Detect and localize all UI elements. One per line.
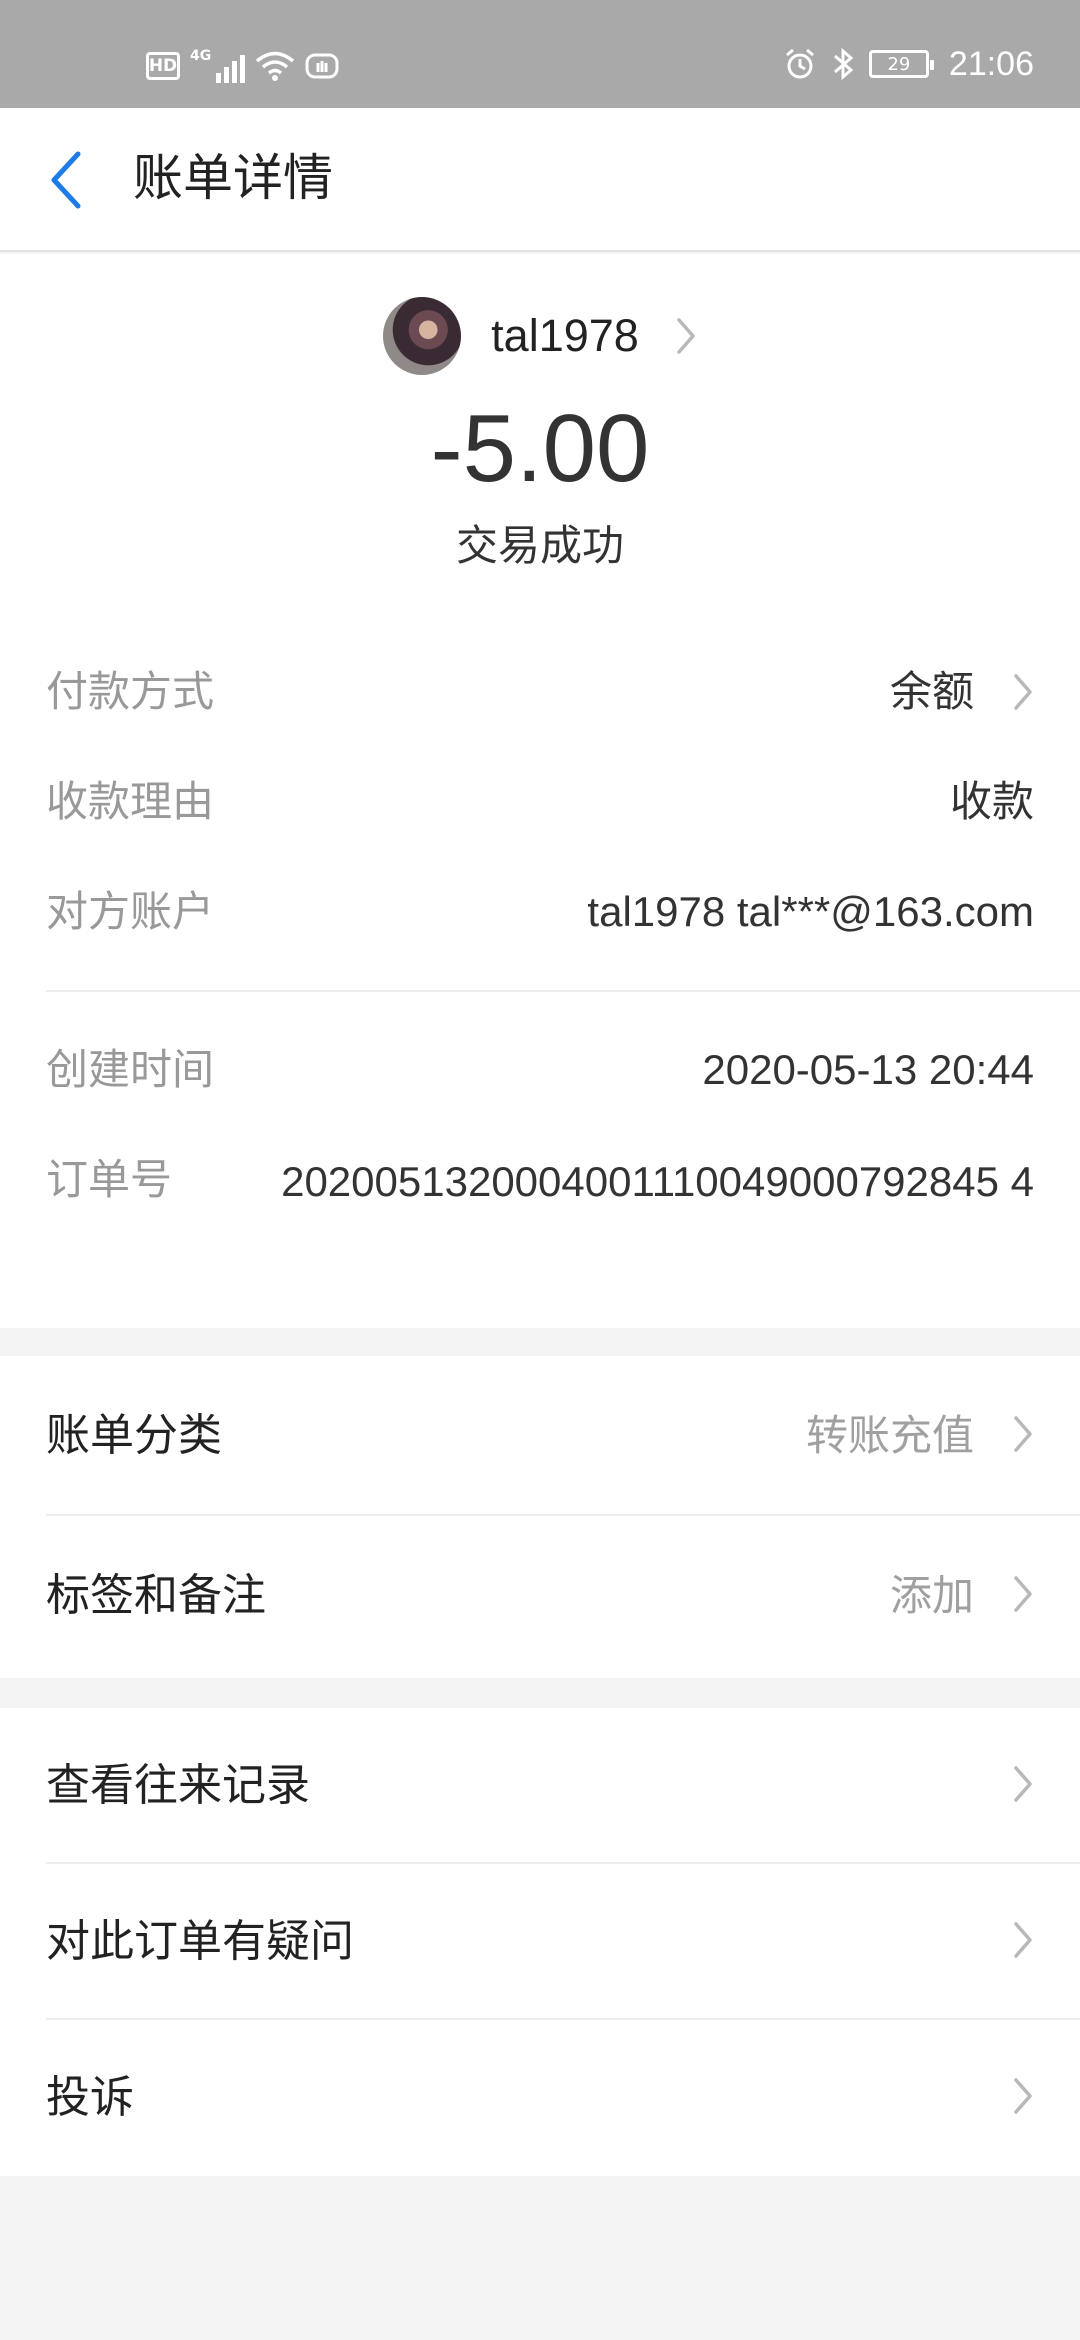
payee-name: tal1978	[491, 310, 639, 361]
reason-value: 收款	[949, 777, 1034, 826]
history-label: 查看往来记录	[46, 1760, 310, 1811]
transaction-status: 交易成功	[455, 521, 624, 570]
question-row[interactable]: 对此订单有疑问	[0, 1864, 1080, 2020]
tags-notes-label: 标签和备注	[46, 1570, 266, 1621]
created-time-label: 创建时间	[46, 1045, 215, 1094]
bill-category-value: 转账充值	[805, 1411, 974, 1460]
chevron-right-icon	[1012, 1920, 1034, 1964]
created-time-row: 创建时间 2020-05-13 20:44	[46, 1040, 1034, 1100]
reason-row: 收款理由 收款	[46, 772, 1034, 832]
tags-notes-value: 添加	[889, 1571, 974, 1620]
wifi-icon	[256, 51, 295, 81]
battery-level: 29	[887, 53, 911, 75]
history-row[interactable]: 查看往来记录	[0, 1708, 1080, 1864]
nav-bar: 账单详情	[0, 108, 1080, 252]
order-number-label: 订单号	[46, 1155, 173, 1204]
avatar	[383, 297, 462, 375]
order-number-row: 订单号 2020051320004001110049000792845 4	[46, 1150, 1034, 1280]
tags-notes-row[interactable]: 标签和备注 添加	[0, 1516, 1080, 1676]
back-button[interactable]	[30, 144, 102, 216]
chevron-right-icon	[1012, 1574, 1034, 1618]
counterparty-label: 对方账户	[46, 887, 215, 936]
bill-detail-page: HD 4G 29 21:06 账单详情 tal1978 -5.00 交易成功 付…	[0, 0, 1080, 2340]
payment-method-label: 付款方式	[46, 667, 215, 716]
status-left-icons: HD 4G	[146, 46, 339, 86]
created-time-value: 2020-05-13 20:44	[702, 1046, 1034, 1093]
transaction-amount: -5.00	[430, 395, 650, 502]
bluetooth-icon	[833, 47, 854, 81]
payment-method-row[interactable]: 付款方式 余额	[46, 662, 1034, 722]
shield-icon	[305, 53, 339, 79]
hd-icon: HD	[146, 52, 180, 80]
bill-summary-section: tal1978 -5.00 交易成功 付款方式 余额 收款理由 收款 对方账户	[0, 254, 1080, 1328]
bill-category-row[interactable]: 账单分类 转账充值	[0, 1356, 1080, 1516]
complain-label: 投诉	[46, 2072, 134, 2123]
signal-icon: 4G	[190, 48, 246, 83]
battery-icon: 29	[868, 50, 934, 78]
status-time: 21:06	[948, 44, 1034, 83]
chevron-right-icon	[1012, 1764, 1034, 1808]
chevron-right-icon	[1012, 672, 1034, 716]
actions-section: 查看往来记录 对此订单有疑问 投诉	[0, 1708, 1080, 2176]
page-title: 账单详情	[133, 149, 333, 207]
chevron-left-icon	[51, 151, 81, 209]
bill-category-label: 账单分类	[46, 1410, 222, 1461]
payee-row[interactable]: tal1978	[0, 294, 1080, 378]
question-label: 对此订单有疑问	[46, 1916, 354, 1967]
chevron-right-icon	[675, 316, 697, 356]
order-number-value: 2020051320004001110049000792845 4	[281, 1158, 1034, 1205]
alarm-icon	[785, 48, 814, 79]
status-bar: HD 4G 29 21:06	[0, 0, 1080, 108]
counterparty-row: 对方账户 tal1978 tal***@163.com	[46, 882, 1034, 942]
chevron-right-icon	[1012, 1414, 1034, 1458]
divider	[46, 990, 1080, 992]
reason-label: 收款理由	[46, 777, 215, 826]
status-right-icons: 29 21:06	[783, 38, 1034, 90]
category-section: 账单分类 转账充值 标签和备注 添加	[0, 1356, 1080, 1678]
counterparty-value: tal1978 tal***@163.com	[587, 888, 1034, 935]
payment-method-value: 余额	[889, 667, 974, 716]
complain-row[interactable]: 投诉	[0, 2020, 1080, 2176]
network-type-label: 4G	[190, 48, 212, 64]
chevron-right-icon	[1012, 2076, 1034, 2120]
